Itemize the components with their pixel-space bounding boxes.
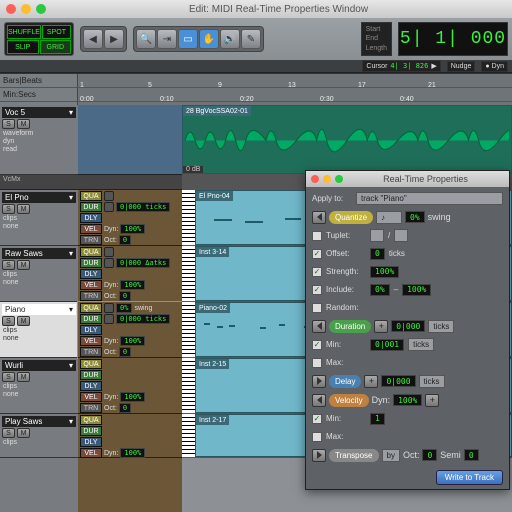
waveform-icon: [185, 118, 509, 163]
tuplet-checkbox[interactable]: [312, 231, 322, 241]
offset-value[interactable]: 0: [370, 248, 385, 260]
dyn-transport[interactable]: ● Dyn: [481, 61, 508, 72]
window-title: Edit: MIDI Real-Time Properties Window: [51, 4, 506, 15]
velocity-toggle[interactable]: [312, 394, 326, 407]
vel-min-checkbox[interactable]: ✓: [312, 414, 322, 424]
main-titlebar: Edit: MIDI Real-Time Properties Window: [0, 0, 512, 18]
ruler-minsec[interactable]: Min:Secs: [0, 88, 78, 101]
track-header-elpno[interactable]: El Pno▾ SM clips none: [0, 190, 78, 246]
track-header-vcmx[interactable]: VcMx: [0, 175, 78, 190]
apply-to-select[interactable]: track "Piano": [356, 192, 503, 205]
close-icon[interactable]: [6, 4, 16, 14]
track-name-column: Voc 5▾ SM waveform dyn read VcMx El Pno▾…: [0, 105, 78, 512]
piano-keys-icon: [182, 190, 195, 245]
grabber-tool-icon[interactable]: ✋: [199, 29, 219, 49]
rt-elpno: QUA DUR0|000 ticks DLY VELDyn:100% TRNOc…: [78, 190, 182, 246]
selector-tool-icon[interactable]: ▭: [178, 29, 198, 49]
duration-unit-select[interactable]: ticks: [428, 320, 454, 333]
zoomer-tool-icon[interactable]: 🔍: [136, 29, 156, 49]
strength-checkbox[interactable]: ✓: [312, 267, 322, 277]
clip-voc[interactable]: 28 BgVocSSA02-01 0 dB: [182, 105, 512, 174]
length-label: Length: [366, 45, 387, 52]
end-label: End: [366, 35, 387, 42]
minimize-icon[interactable]: [323, 175, 331, 183]
ruler-bars-beats[interactable]: Bars|Beats: [0, 74, 78, 87]
vel-max-checkbox[interactable]: [312, 432, 322, 442]
transpose-toggle[interactable]: [312, 449, 326, 462]
mute-button[interactable]: M: [17, 119, 30, 129]
quantize-section[interactable]: Quantize: [329, 211, 373, 224]
mode-spot[interactable]: SPOT: [42, 25, 71, 39]
strength-value[interactable]: 100%: [370, 266, 399, 278]
scrubber-tool-icon[interactable]: 🔊: [220, 29, 240, 49]
rtwin-title-text: Real-Time Properties: [347, 174, 504, 184]
delay-toggle[interactable]: [312, 375, 326, 388]
offset-checkbox[interactable]: ✓: [312, 249, 322, 259]
cursor-tools: 🔍 ⇥ ▭ ✋ 🔊 ✎: [133, 26, 264, 52]
main-toolbar: SHUFFLE SPOT SLIP GRID ◀ ▶ 🔍 ⇥ ▭ ✋ 🔊 ✎ S…: [0, 18, 512, 60]
rt-playsaws: QUA DUR DLY VELDyn:100%: [78, 414, 182, 458]
apply-to-label: Apply to:: [312, 194, 352, 203]
zoom-toggle-a[interactable]: ◀: [83, 29, 103, 49]
rt-piano: QUA0%swing DUR0|000 ticks DLY VELDyn:100…: [78, 302, 182, 358]
cursor-readout: Cursor 4| 3| 826 ▶: [362, 60, 440, 72]
duration-toggle[interactable]: [312, 320, 326, 333]
chevron-down-icon[interactable]: ▾: [69, 108, 73, 117]
track-header-voc5[interactable]: Voc 5▾ SM waveform dyn read: [0, 105, 78, 175]
dur-min-checkbox[interactable]: ✓: [312, 340, 322, 350]
random-checkbox[interactable]: [312, 303, 322, 313]
transpose-section[interactable]: Transpose: [329, 449, 379, 462]
counter-labels: Start End Length: [361, 22, 392, 56]
nudge-box[interactable]: Nudge: [447, 61, 476, 72]
edit-mode-selector[interactable]: SHUFFLE SPOT SLIP GRID: [4, 22, 74, 56]
minimize-icon[interactable]: [21, 4, 31, 14]
include-checkbox[interactable]: ✓: [312, 285, 322, 295]
velocity-section[interactable]: Velocity: [329, 394, 369, 407]
rt-rawsaws: QUA DUR0|000 Δatks DLY VELDyn:100% TRNOc…: [78, 246, 182, 302]
trim-tool-icon[interactable]: ⇥: [157, 29, 177, 49]
clip-label: 28 BgVocSSA02-01: [183, 106, 251, 116]
rt-voc5: [78, 105, 182, 175]
zoom-toggle-b[interactable]: ▶: [104, 29, 124, 49]
rt-vcmx: [78, 175, 182, 190]
delay-section[interactable]: Delay: [329, 375, 361, 388]
mode-shuffle[interactable]: SHUFFLE: [7, 25, 41, 39]
close-icon[interactable]: [311, 175, 319, 183]
track-header-playsaws[interactable]: Play Saws▾ SM clips: [0, 414, 78, 458]
pencil-tool-icon[interactable]: ✎: [241, 29, 261, 49]
velocity-dyn-value[interactable]: 100%: [393, 394, 422, 406]
track-name: Voc 5: [5, 108, 25, 117]
zoom-icon[interactable]: [36, 4, 46, 14]
rt-properties-window[interactable]: Real-Time Properties Apply to: track "Pi…: [305, 170, 510, 490]
track-header-rawsaws[interactable]: Raw Saws▾ SM clips none: [0, 246, 78, 302]
track-header-piano[interactable]: Piano▾ SM clips none: [0, 302, 78, 358]
dur-max-checkbox[interactable]: [312, 358, 322, 368]
duration-section[interactable]: Duration: [329, 320, 371, 333]
zoom-toggle-group: ◀ ▶: [80, 26, 127, 52]
duration-mode-plus[interactable]: +: [374, 320, 388, 333]
delay-value[interactable]: 0|000: [381, 375, 415, 387]
write-to-track-button[interactable]: Write to Track: [436, 470, 503, 485]
quantize-swing-value[interactable]: 0%: [405, 211, 425, 223]
mode-grid[interactable]: GRID: [40, 40, 72, 54]
quantize-toggle[interactable]: [312, 211, 326, 224]
quantize-grid-select[interactable]: ♪: [376, 211, 402, 224]
rtprops-column: QUA DUR0|000 ticks DLY VELDyn:100% TRNOc…: [78, 105, 182, 512]
track-header-wurli[interactable]: Wurli▾ SM clips none: [0, 358, 78, 414]
mode-slip[interactable]: SLIP: [7, 40, 39, 54]
play-icon: ▶: [431, 62, 436, 70]
zoom-icon[interactable]: [335, 175, 343, 183]
rt-wurli: QUA DUR DLY VELDyn:100% TRNOct:0: [78, 358, 182, 414]
solo-button[interactable]: S: [2, 119, 15, 129]
duration-value[interactable]: 0|000: [391, 320, 425, 332]
main-counter[interactable]: 5| 1| 000: [398, 22, 508, 56]
start-label: Start: [366, 26, 387, 33]
